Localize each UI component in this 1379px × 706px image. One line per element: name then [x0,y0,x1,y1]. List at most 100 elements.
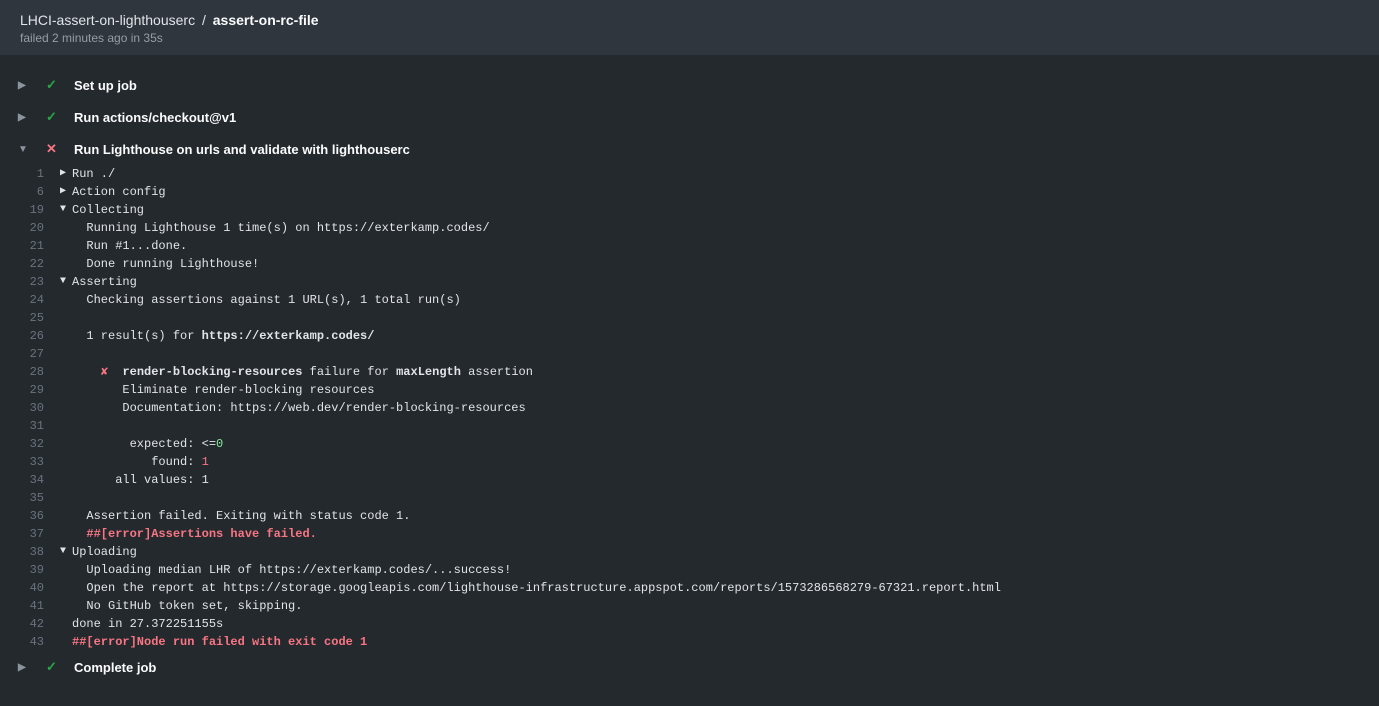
breadcrumb-current: assert-on-rc-file [213,12,319,28]
log-line[interactable]: 21 Run #1...done. [0,237,1379,255]
log-error-text: ##[error]Assertions have failed. [72,525,1379,543]
log-line[interactable]: 30 Documentation: https://web.dev/render… [0,399,1379,417]
log-text: Asserting [72,273,1379,291]
line-number: 25 [0,309,60,327]
line-number: 33 [0,453,60,471]
fold-open-icon[interactable]: ▼ [60,543,72,561]
line-number: 39 [0,561,60,579]
step-complete-job[interactable]: ▶ ✓ Complete job [0,651,1379,683]
log-text [72,417,1379,435]
log-line[interactable]: 41 No GitHub token set, skipping. [0,597,1379,615]
log-text: Documentation: https://web.dev/render-bl… [72,399,1379,417]
step-label: Run actions/checkout@v1 [74,110,236,125]
line-number: 28 [0,363,60,381]
log-line[interactable]: 22 Done running Lighthouse! [0,255,1379,273]
log-line[interactable]: 42 done in 27.372251155s [0,615,1379,633]
log-text: Assertion failed. Exiting with status co… [72,507,1379,525]
log-text: Run #1...done. [72,237,1379,255]
line-number: 19 [0,201,60,219]
header: LHCI-assert-on-lighthouserc / assert-on-… [0,0,1379,55]
cross-icon: ✕ [46,141,60,157]
breadcrumb-sep: / [202,12,206,28]
step-label: Run Lighthouse on urls and validate with… [74,142,410,157]
log-line[interactable]: 31 [0,417,1379,435]
line-number: 35 [0,489,60,507]
log-text: ✘ render-blocking-resources failure for … [72,363,1379,381]
log-line[interactable]: 39 Uploading median LHR of https://exter… [0,561,1379,579]
log-line[interactable]: 38▼Uploading [0,543,1379,561]
log-line[interactable]: 27 [0,345,1379,363]
log-line[interactable]: 24 Checking assertions against 1 URL(s),… [0,291,1379,309]
log-text: found: 1 [72,453,1379,471]
log-text: expected: <=0 [72,435,1379,453]
fold-open-icon[interactable]: ▼ [60,201,72,219]
log-line[interactable]: 35 [0,489,1379,507]
line-number: 40 [0,579,60,597]
line-number: 42 [0,615,60,633]
log-line[interactable]: 40 Open the report at https://storage.go… [0,579,1379,597]
line-number: 29 [0,381,60,399]
log-text: 1 result(s) for https://exterkamp.codes/ [72,327,1379,345]
line-number: 31 [0,417,60,435]
log-line[interactable]: 34 all values: 1 [0,471,1379,489]
chevron-down-icon: ▼ [18,144,32,155]
log-line[interactable]: 32 expected: <=0 [0,435,1379,453]
log-text: Done running Lighthouse! [72,255,1379,273]
log-error-text: ##[error]Node run failed with exit code … [72,633,1379,651]
line-number: 23 [0,273,60,291]
log-text: Uploading median LHR of https://exterkam… [72,561,1379,579]
chevron-right-icon: ▶ [18,662,32,673]
fold-closed-icon[interactable]: ▶ [60,183,72,201]
line-number: 24 [0,291,60,309]
step-lighthouse[interactable]: ▼ ✕ Run Lighthouse on urls and validate … [0,133,1379,165]
breadcrumb: LHCI-assert-on-lighthouserc / assert-on-… [20,12,1359,28]
log-line[interactable]: 29 Eliminate render-blocking resources [0,381,1379,399]
log-text: Action config [72,183,1379,201]
log-text: Uploading [72,543,1379,561]
log-line[interactable]: 26 1 result(s) for https://exterkamp.cod… [0,327,1379,345]
log-line[interactable]: 36 Assertion failed. Exiting with status… [0,507,1379,525]
fail-x-icon: ✘ [101,365,108,379]
log-text: Running Lighthouse 1 time(s) on https://… [72,219,1379,237]
log-text: done in 27.372251155s [72,615,1379,633]
step-setup-job[interactable]: ▶ ✓ Set up job [0,69,1379,101]
fold-open-icon[interactable]: ▼ [60,273,72,291]
line-number: 21 [0,237,60,255]
log-line[interactable]: 1▶Run ./ [0,165,1379,183]
log-line[interactable]: 19▼Collecting [0,201,1379,219]
log-line[interactable]: 23▼Asserting [0,273,1379,291]
log-text [72,489,1379,507]
log-line[interactable]: 6▶Action config [0,183,1379,201]
log-line[interactable]: 20 Running Lighthouse 1 time(s) on https… [0,219,1379,237]
log-line[interactable]: 28 ✘ render-blocking-resources failure f… [0,363,1379,381]
line-number: 22 [0,255,60,273]
fold-closed-icon[interactable]: ▶ [60,165,72,183]
log-text [72,345,1379,363]
line-number: 36 [0,507,60,525]
log-line[interactable]: 33 found: 1 [0,453,1379,471]
chevron-right-icon: ▶ [18,112,32,123]
log-text: Checking assertions against 1 URL(s), 1 … [72,291,1379,309]
line-number: 30 [0,399,60,417]
step-checkout[interactable]: ▶ ✓ Run actions/checkout@v1 [0,101,1379,133]
line-number: 6 [0,183,60,201]
log-text: No GitHub token set, skipping. [72,597,1379,615]
log-text: Run ./ [72,165,1379,183]
log-line[interactable]: 25 [0,309,1379,327]
line-number: 34 [0,471,60,489]
check-icon: ✓ [46,109,60,125]
log-text: all values: 1 [72,471,1379,489]
log-line[interactable]: 37 ##[error]Assertions have failed. [0,525,1379,543]
check-icon: ✓ [46,77,60,93]
line-number: 38 [0,543,60,561]
breadcrumb-parent[interactable]: LHCI-assert-on-lighthouserc [20,12,195,28]
line-number: 20 [0,219,60,237]
steps-list: ▶ ✓ Set up job ▶ ✓ Run actions/checkout@… [0,55,1379,683]
check-icon: ✓ [46,659,60,675]
line-number: 1 [0,165,60,183]
line-number: 26 [0,327,60,345]
log-line[interactable]: 43##[error]Node run failed with exit cod… [0,633,1379,651]
step-label: Complete job [74,660,156,675]
line-number: 41 [0,597,60,615]
step-label: Set up job [74,78,137,93]
